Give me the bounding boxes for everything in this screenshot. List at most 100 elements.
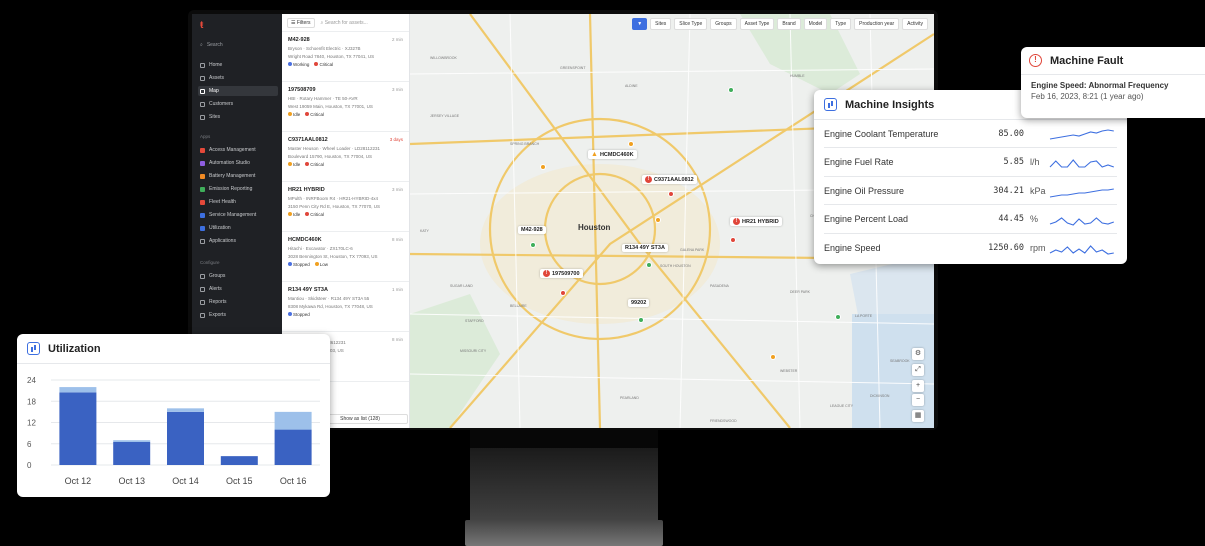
asset-card[interactable]: R134 49Y ST3A 1 min Mantiou · Skidsteer · … — [282, 282, 409, 332]
nav-item-customers[interactable]: Customers — [198, 99, 278, 109]
filter-activity[interactable]: Activity — [902, 18, 928, 30]
nav-item-automation-studio[interactable]: Automation Studio — [198, 158, 278, 168]
asset-model: HBI · Rotary Hammer · TE 50-AVR — [288, 96, 358, 101]
status-text: Low — [319, 262, 329, 267]
bar[interactable] — [220, 456, 258, 465]
bar[interactable] — [113, 441, 151, 465]
map-marker[interactable] — [728, 87, 734, 93]
filters-button[interactable]: ☰ Filters — [287, 17, 315, 28]
nav-item-fleet-health[interactable]: Fleet Health — [198, 197, 278, 207]
filter-type[interactable]: Type — [830, 18, 852, 30]
warning-icon: ▲ — [591, 151, 598, 158]
map-marker[interactable] — [638, 317, 644, 323]
map-pin-hr21-hybrid[interactable]: ! HR21 HYBRID — [730, 217, 782, 226]
map-pin-m42-928[interactable]: M42-928 — [518, 226, 546, 234]
map-marker[interactable] — [655, 217, 661, 223]
y-tick-label: 6 — [27, 440, 32, 449]
asset-card[interactable]: HCMDC460K 8 min Hitachi · Excavator · ZX17… — [282, 232, 409, 282]
place-label: WILLOWBROOK — [430, 56, 457, 60]
bar[interactable] — [167, 411, 204, 465]
nav-item-groups[interactable]: Groups — [198, 271, 278, 281]
y-tick-label: 12 — [27, 419, 36, 428]
zoom-out-button[interactable]: − — [912, 394, 924, 406]
bar[interactable] — [167, 408, 204, 412]
nav-item-alerts[interactable]: Alerts — [198, 284, 278, 294]
asset-model: Bryson · Schoenfit Electric · XJ327B — [288, 46, 361, 51]
nav-search[interactable]: ⌕ Search — [200, 40, 274, 50]
place-label: JERSEY VILLAGE — [430, 114, 460, 118]
filter-model[interactable]: Model — [803, 18, 828, 30]
asset-address: 3028 Bennington St, Houston, TX 77093, U… — [288, 254, 378, 259]
stage: ŧ ⌕ Search Home Assets Map Customers Site… — [0, 0, 1205, 546]
map-marker[interactable] — [646, 262, 652, 268]
filter-asset-type[interactable]: Asset Type — [739, 18, 775, 30]
filter-production-year[interactable]: Production year — [854, 18, 900, 30]
nav-item-home[interactable]: Home — [198, 60, 278, 70]
bar[interactable] — [59, 392, 97, 465]
alert-icon: ! — [645, 176, 652, 183]
map-marker[interactable] — [770, 354, 776, 360]
map-marker[interactable] — [835, 314, 841, 320]
nav-item-utilization[interactable]: Utilization — [198, 223, 278, 233]
filter-slice-type[interactable]: Slice Type — [674, 18, 708, 30]
asset-card[interactable]: C9371AAL0812 3 days Master Heuson · Wheel … — [282, 132, 409, 182]
bar[interactable] — [113, 440, 151, 442]
chart-icon — [824, 98, 837, 111]
nav-item-reports[interactable]: Reports — [198, 297, 278, 307]
nav-item-service-management[interactable]: Service Management — [198, 210, 278, 220]
nav-item-exports[interactable]: Exports — [198, 310, 278, 320]
nav-item-emission-reporting[interactable]: Emission Reporting — [198, 184, 278, 194]
layers-icon[interactable]: ▦ — [912, 410, 924, 422]
sparkline-path — [1049, 128, 1114, 140]
map-pin-r134[interactable]: R134 49Y ST3A — [622, 244, 668, 252]
asset-last-seen: 8 min — [391, 337, 403, 342]
asset-card[interactable]: 197508709 3 min HBI · Rotary Hammer · TE 5… — [282, 82, 409, 132]
map-marker[interactable] — [730, 237, 736, 243]
nav-item-sites[interactable]: Sites — [198, 112, 278, 122]
funnel-icon[interactable]: ▼ — [632, 18, 648, 30]
map-pin-197509700[interactable]: ! 197509700 — [540, 269, 583, 278]
access-icon — [200, 147, 205, 153]
insight-unit: l/h — [1030, 157, 1040, 167]
filter-sites[interactable]: Sites — [650, 18, 672, 30]
nav-item-map[interactable]: Map — [198, 86, 278, 96]
map-pin-99202[interactable]: 99202 — [628, 299, 650, 307]
nav-label: Automation Studio — [209, 160, 250, 166]
nav-item-applications[interactable]: Applications — [198, 236, 278, 246]
insight-label: Engine Percent Load — [824, 214, 909, 224]
automation-icon — [200, 160, 205, 166]
fullscreen-icon[interactable]: ⤢ — [912, 364, 924, 376]
asset-card[interactable]: M42-928 2 min Bryson · Schoenfit Electric … — [282, 32, 409, 82]
status-dot-icon — [305, 212, 310, 216]
nav-item-assets[interactable]: Assets — [198, 73, 278, 83]
map-pin-c9371aal0812[interactable]: ! C9371AAL0812 — [642, 175, 697, 184]
filter-brand[interactable]: Brand — [777, 18, 801, 30]
map-marker[interactable] — [530, 242, 536, 248]
bar[interactable] — [59, 387, 97, 393]
filter-groups[interactable]: Groups — [710, 18, 737, 30]
nav-label: Groups — [209, 273, 226, 279]
health-status: Critical — [305, 212, 324, 217]
insight-value: 44.45 — [998, 214, 1024, 224]
map-pin-hcmdc460k[interactable]: ▲ HCMDC460K — [588, 150, 637, 159]
home-icon — [200, 62, 205, 68]
asset-search-input[interactable]: ⌕ Search for assets... — [321, 20, 368, 26]
city-label-houston: Houston — [578, 223, 611, 232]
map-marker[interactable] — [668, 191, 674, 197]
map-marker[interactable] — [560, 290, 566, 296]
nav-item-access-management[interactable]: Access Management — [198, 145, 278, 155]
health-status: Low — [314, 262, 329, 267]
asset-model: Hitachi · Excavator · ZX170LC-6 — [288, 246, 353, 251]
zoom-in-button[interactable]: + — [912, 380, 924, 392]
map-marker[interactable] — [628, 141, 634, 147]
settings-map-icon[interactable]: ⚙ — [912, 348, 924, 360]
bar[interactable] — [274, 429, 312, 465]
map-marker[interactable] — [540, 164, 546, 170]
place-label: LEAGUE CITY — [830, 404, 854, 408]
machine-fault-card[interactable]: ! Machine Fault Engine Speed: Abnormal F… — [1021, 47, 1205, 118]
asset-card[interactable]: HR21 HYBRID 3 min MPulth · INRFBoom R4 · H… — [282, 182, 409, 232]
nav-item-battery-management[interactable]: Battery Management — [198, 171, 278, 181]
battery-icon — [200, 173, 205, 179]
brand-logo[interactable]: ŧ — [200, 20, 210, 31]
bar[interactable] — [274, 411, 312, 430]
